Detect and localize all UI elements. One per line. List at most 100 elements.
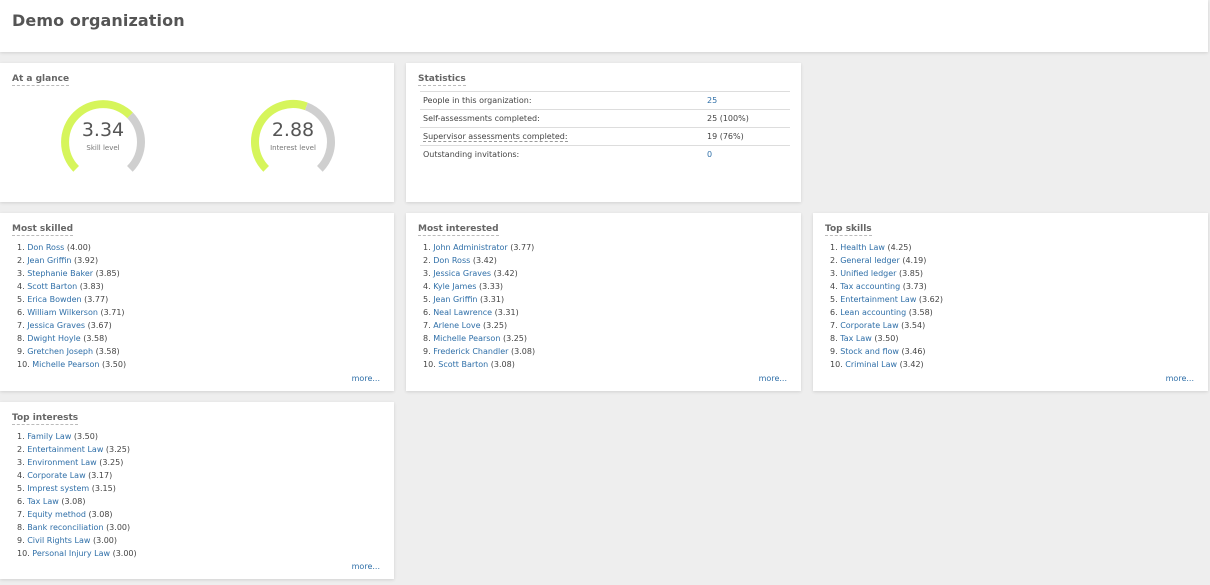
item-score: (3.00): [92, 536, 118, 545]
more-link[interactable]: more...: [352, 562, 380, 571]
item-link[interactable]: Tax Law: [840, 334, 872, 343]
item-link[interactable]: Scott Barton: [27, 282, 77, 291]
item-link[interactable]: Erica Bowden: [27, 295, 81, 304]
page-title: Demo organization: [12, 11, 185, 30]
item-score: (3.00): [112, 549, 137, 558]
item-link[interactable]: Jessica Graves: [27, 321, 85, 330]
item-score: (3.77): [510, 243, 535, 252]
item-score: (3.15): [91, 484, 116, 493]
statistics-card: Statistics People in this organization: 2…: [406, 63, 801, 202]
list-item: 2. Jean Griffin (3.92): [17, 254, 126, 267]
item-link[interactable]: Tax accounting: [840, 282, 900, 291]
rank-number: 6.: [17, 308, 25, 317]
list-item: 9. Frederick Chandler (3.08): [423, 345, 535, 358]
item-link[interactable]: Stephanie Baker: [27, 269, 93, 278]
list-item: 7. Jessica Graves (3.67): [17, 319, 126, 332]
top-skills-card: Top skills 1. Health Law (4.25) 2. Genera…: [813, 213, 1208, 391]
rank-number: 9.: [423, 347, 431, 356]
item-link[interactable]: General ledger: [840, 256, 900, 265]
item-link[interactable]: Gretchen Joseph: [27, 347, 93, 356]
item-link[interactable]: Environment Law: [27, 458, 97, 467]
rank-number: 6.: [17, 497, 25, 506]
item-link[interactable]: Jean Griffin: [433, 295, 477, 304]
item-link[interactable]: Imprest system: [27, 484, 89, 493]
list-item: 5. Jean Griffin (3.31): [423, 293, 535, 306]
rank-number: 5.: [17, 295, 25, 304]
item-link[interactable]: Corporate Law: [27, 471, 85, 480]
item-link[interactable]: Health Law: [840, 243, 885, 252]
rank-number: 8.: [830, 334, 838, 343]
rank-number: 5.: [830, 295, 838, 304]
item-score: (3.50): [102, 360, 127, 369]
item-link[interactable]: Bank reconciliation: [27, 523, 103, 532]
rank-number: 9.: [830, 347, 838, 356]
item-link[interactable]: Michelle Pearson: [32, 360, 99, 369]
list-item: 6. Lean accounting (3.58): [830, 306, 943, 319]
item-link[interactable]: Kyle James: [433, 282, 476, 291]
list-item: 2. Entertainment Law (3.25): [17, 443, 137, 456]
item-link[interactable]: Personal Injury Law: [32, 549, 110, 558]
item-link[interactable]: Corporate Law: [840, 321, 898, 330]
item-link[interactable]: Jessica Graves: [433, 269, 491, 278]
top-interests-card: Top interests 1. Family Law (3.50) 2. Ent…: [0, 402, 394, 579]
rank-number: 1.: [830, 243, 838, 252]
item-link[interactable]: Arlene Love: [433, 321, 480, 330]
item-link[interactable]: William Wilkerson: [27, 308, 98, 317]
item-link[interactable]: Criminal Law: [845, 360, 897, 369]
item-link[interactable]: Entertainment Law: [840, 295, 916, 304]
list-item: 8. Tax Law (3.50): [830, 332, 943, 345]
rank-number: 6.: [423, 308, 431, 317]
item-score: (3.58): [95, 347, 120, 356]
item-score: (3.42): [899, 360, 924, 369]
item-link[interactable]: Tax Law: [27, 497, 59, 506]
rank-number: 4.: [17, 282, 25, 291]
list-item: 9. Gretchen Joseph (3.58): [17, 345, 126, 358]
item-link[interactable]: Equity method: [27, 510, 86, 519]
rank-number: 7.: [830, 321, 838, 330]
rank-number: 8.: [17, 334, 25, 343]
statistics-row: Supervisor assessments completed: 19 (76%…: [420, 127, 790, 146]
item-score: (3.08): [511, 347, 536, 356]
item-link[interactable]: Michelle Pearson: [433, 334, 500, 343]
item-link[interactable]: Civil Rights Law: [27, 536, 90, 545]
more-link[interactable]: more...: [352, 374, 380, 383]
rank-number: 9.: [17, 536, 25, 545]
item-link[interactable]: Don Ross: [433, 256, 470, 265]
statistic-value-link[interactable]: 25: [707, 96, 717, 105]
item-link[interactable]: Neal Lawrence: [433, 308, 492, 317]
rank-number: 7.: [423, 321, 431, 330]
statistic-label: Outstanding invitations:: [420, 145, 704, 164]
more-link[interactable]: more...: [1166, 374, 1194, 383]
item-link[interactable]: Stock and flow: [840, 347, 899, 356]
item-score: (3.92): [74, 256, 99, 265]
list-item: 3. Environment Law (3.25): [17, 456, 137, 469]
item-link[interactable]: Entertainment Law: [27, 445, 103, 454]
list-item: 4. Tax accounting (3.73): [830, 280, 943, 293]
rank-number: 4.: [423, 282, 431, 291]
item-link[interactable]: Lean accounting: [840, 308, 906, 317]
list-item: 3. Unified ledger (3.85): [830, 267, 943, 280]
item-link[interactable]: Family Law: [27, 432, 71, 441]
more-link[interactable]: more...: [759, 374, 787, 383]
item-score: (3.08): [88, 510, 113, 519]
rank-number: 3.: [17, 458, 25, 467]
item-link[interactable]: Dwight Hoyle: [27, 334, 81, 343]
gauge-label: Interest level: [270, 144, 316, 152]
statistics-row: Self-assessments completed: 25 (100%): [420, 109, 790, 128]
gauge-arc: [61, 100, 145, 172]
rank-number: 6.: [830, 308, 838, 317]
ranked-list: 1. Don Ross (4.00) 2. Jean Griffin (3.92)…: [17, 241, 126, 371]
statistic-value: 25 (100%): [704, 109, 790, 128]
item-link[interactable]: Frederick Chandler: [433, 347, 508, 356]
rank-number: 9.: [17, 347, 25, 356]
card-title: Statistics: [418, 74, 466, 86]
statistic-value-text: 25 (100%): [707, 114, 749, 123]
item-link[interactable]: John Administrator: [433, 243, 507, 252]
item-link[interactable]: Unified ledger: [840, 269, 896, 278]
item-link[interactable]: Jean Griffin: [27, 256, 71, 265]
card-title: Most interested: [418, 224, 499, 236]
item-link[interactable]: Don Ross: [27, 243, 64, 252]
item-link[interactable]: Scott Barton: [438, 360, 488, 369]
item-score: (3.71): [100, 308, 125, 317]
statistic-value-link[interactable]: 0: [707, 150, 712, 159]
